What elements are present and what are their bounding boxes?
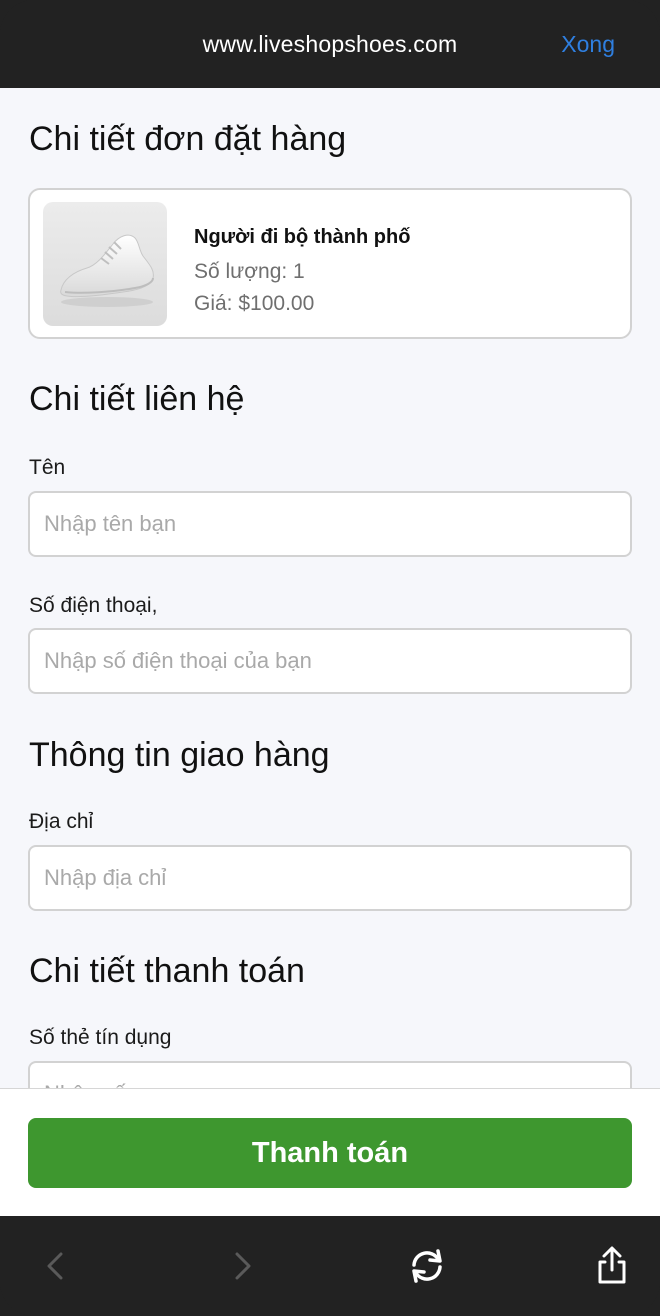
- name-input[interactable]: Nhập tên bạn: [28, 491, 632, 557]
- pay-button[interactable]: Thanh toán: [28, 1118, 632, 1188]
- product-price: Giá: $100.00: [194, 292, 315, 315]
- phone-input[interactable]: Nhập số điện thoại của bạn: [28, 628, 632, 694]
- card-number-input[interactable]: Nhập số: [28, 1061, 632, 1088]
- shipping-info-heading: Thông tin giao hàng: [29, 736, 330, 774]
- url-display[interactable]: www.liveshopshoes.com: [203, 31, 458, 58]
- contact-details-heading: Chi tiết liên hệ: [29, 380, 245, 418]
- card-number-label: Số thẻ tín dụng: [29, 1026, 172, 1049]
- browser-bottom-bar: [0, 1216, 660, 1316]
- browser-frame: www.liveshopshoes.com Xong Chi tiết đơn …: [0, 0, 660, 1316]
- done-button[interactable]: Xong: [561, 31, 615, 58]
- share-icon[interactable]: [590, 1244, 634, 1288]
- forward-icon[interactable]: [220, 1244, 264, 1288]
- name-label: Tên: [29, 456, 66, 479]
- product-card: Người đi bộ thành phố Số lượng: 1 Giá: $…: [28, 188, 632, 339]
- address-input[interactable]: Nhập địa chỉ: [28, 845, 632, 911]
- back-icon[interactable]: [34, 1244, 78, 1288]
- payment-details-heading: Chi tiết thanh toán: [29, 952, 305, 990]
- browser-top-bar: www.liveshopshoes.com Xong: [0, 0, 660, 88]
- address-label: Địa chỉ: [29, 810, 94, 833]
- product-image: [43, 202, 167, 326]
- product-name: Người đi bộ thành phố: [194, 226, 411, 248]
- checkout-footer: Thanh toán: [0, 1088, 660, 1216]
- shoe-icon: [60, 234, 154, 307]
- product-quantity: Số lượng: 1: [194, 260, 305, 283]
- phone-label: Số điện thoại,: [29, 594, 158, 617]
- order-details-heading: Chi tiết đơn đặt hàng: [29, 120, 347, 158]
- checkout-page[interactable]: Chi tiết đơn đặt hàng Người đi bộ thành …: [0, 88, 660, 1088]
- reload-icon[interactable]: [405, 1244, 449, 1288]
